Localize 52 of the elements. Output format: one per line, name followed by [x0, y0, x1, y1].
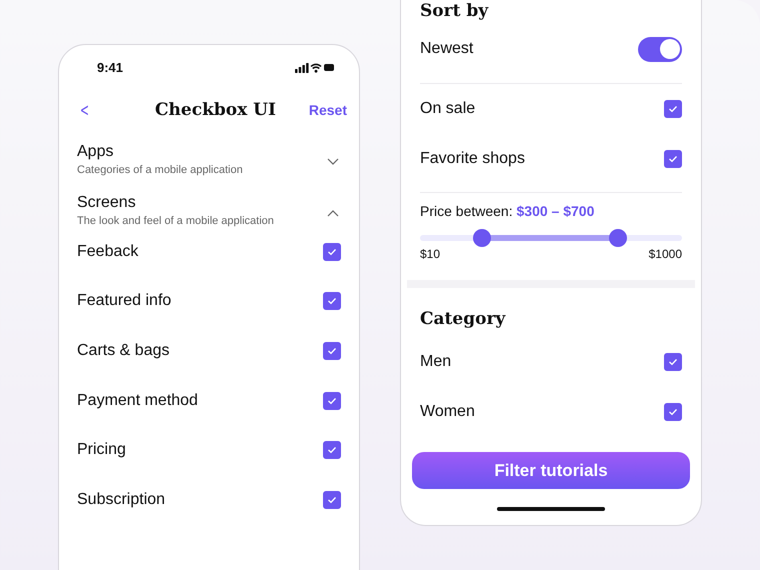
option-label: Men [420, 353, 452, 371]
chevron-up-icon[interactable] [327, 208, 339, 216]
option-label: On sale [420, 100, 476, 118]
checkbox[interactable] [323, 392, 341, 410]
checkmark-icon [327, 297, 337, 306]
checkmark-icon [327, 396, 337, 405]
option-label: Pricing [77, 441, 126, 460]
min-price: $10 [420, 247, 440, 261]
reset-button[interactable]: Reset [308, 102, 347, 118]
checkmark-icon [668, 358, 678, 366]
option-label: Payment method [77, 392, 198, 410]
checkbox[interactable] [323, 292, 341, 310]
checkbox[interactable] [323, 490, 341, 509]
checkbox[interactable] [323, 342, 341, 360]
option-label: Carts & bags [77, 342, 170, 360]
section-heading: Sort by [420, 1, 490, 21]
checkbox[interactable] [323, 242, 341, 261]
range-slider[interactable] [420, 229, 682, 247]
checkmark-icon [327, 248, 337, 256]
price-label: Price between: $300 – $700 [420, 203, 594, 219]
max-price: $1000 [648, 247, 682, 261]
chevron-down-icon[interactable] [327, 158, 339, 166]
section-heading: Category [420, 309, 507, 329]
option-label: Newest [420, 40, 474, 58]
checkmark-icon [327, 346, 337, 355]
checkmark-icon [668, 155, 678, 163]
option-label: Subscription [77, 490, 166, 509]
status-icons [295, 62, 335, 72]
back-button[interactable]: < [80, 100, 90, 120]
checkmark-icon [668, 105, 678, 113]
checkbox[interactable] [664, 403, 682, 421]
section-title: Apps [77, 143, 114, 161]
toggle-switch[interactable] [638, 36, 682, 62]
section-subtitle: Categories of a mobile application [77, 164, 243, 176]
slider-thumb[interactable] [608, 229, 627, 247]
checkmark-icon [668, 408, 678, 416]
option-label: Women [420, 403, 475, 421]
status-time: 9:41 [97, 60, 124, 74]
option-label: Feeback [77, 242, 138, 261]
option-label: Featured info [77, 292, 172, 310]
checkmark-icon [327, 446, 337, 454]
checkbox[interactable] [323, 441, 341, 460]
checkmark-icon [327, 496, 337, 504]
section-subtitle: The look and feel of a mobile application [77, 215, 274, 227]
filter-button[interactable]: Filter tutorials [412, 452, 690, 489]
checkbox[interactable] [664, 150, 682, 168]
slider-thumb[interactable] [472, 229, 491, 247]
checkbox[interactable] [664, 353, 682, 371]
screen-title: Checkbox UI [155, 100, 276, 120]
section-title: Screens [77, 194, 137, 212]
checkbox[interactable] [664, 100, 682, 118]
option-label: Favorite shops [420, 150, 525, 168]
